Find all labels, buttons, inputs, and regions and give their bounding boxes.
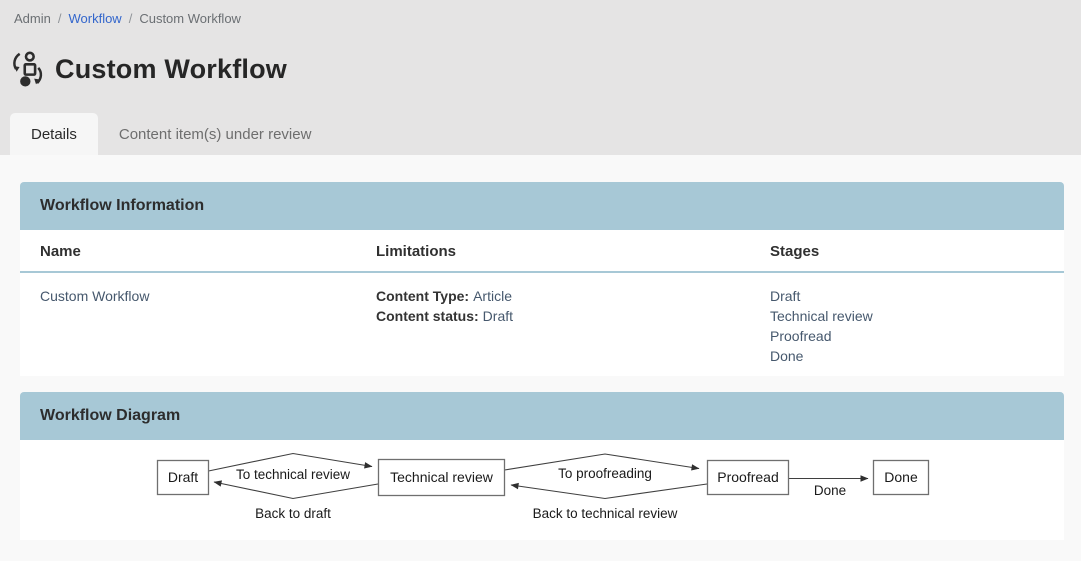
cell-limitations: Content Type:Article Content status:Draf… <box>376 286 770 366</box>
breadcrumb-item-workflow[interactable]: Workflow <box>68 11 121 26</box>
page-title-row: Custom Workflow <box>10 51 1081 87</box>
transition-label-back-to-draft: Back to draft <box>255 506 331 521</box>
limitation-content-type: Content Type:Article <box>376 286 770 306</box>
table-header-row: Name Limitations Stages <box>20 230 1064 273</box>
workflow-diagram-header: Workflow Diagram <box>20 392 1064 440</box>
workflow-diagram-body: To technical review Back to draft To pro… <box>20 440 1064 540</box>
limitation-value: Article <box>473 288 512 304</box>
section-title: Workflow Diagram <box>40 407 180 425</box>
svg-text:Technical review: Technical review <box>390 469 494 485</box>
stage-item: Done <box>770 346 1064 366</box>
limitation-label: Content Type: <box>376 288 469 304</box>
limitation-content-status: Content status:Draft <box>376 306 770 326</box>
transition-label-back-to-technical-review: Back to technical review <box>533 506 678 521</box>
workflow-diagram: To technical review Back to draft To pro… <box>20 440 1064 540</box>
svg-text:Proofread: Proofread <box>717 469 778 485</box>
node-done: Done <box>874 461 929 495</box>
column-header-name: Name <box>40 243 376 260</box>
workflow-icon <box>10 51 44 87</box>
transition-label-to-proofreading: To proofreading <box>558 466 652 481</box>
page-title: Custom Workflow <box>55 54 287 85</box>
edge-back-to-technical-review <box>511 484 707 499</box>
table-row: Custom Workflow Content Type:Article Con… <box>20 273 1064 376</box>
main-content: Workflow Information Name Limitations St… <box>0 155 1081 540</box>
workflow-information-panel: Workflow Information Name Limitations St… <box>20 182 1064 376</box>
limitation-value: Draft <box>483 308 513 324</box>
breadcrumb-separator: / <box>129 11 133 26</box>
node-technical-review: Technical review <box>379 460 505 496</box>
node-proofread: Proofread <box>708 461 789 495</box>
tab-bar: Details Content item(s) under review <box>10 113 332 155</box>
node-draft: Draft <box>158 461 209 495</box>
cell-stages: Draft Technical review Proofread Done <box>770 286 1064 366</box>
cell-name: Custom Workflow <box>40 286 376 366</box>
stage-item: Technical review <box>770 306 1064 326</box>
breadcrumb-item-admin[interactable]: Admin <box>14 11 51 26</box>
transition-label-to-technical-review: To technical review <box>236 467 350 482</box>
transition-label-done: Done <box>814 483 846 498</box>
workflow-information-body: Name Limitations Stages Custom Workflow … <box>20 230 1064 376</box>
breadcrumb-separator: / <box>58 11 62 26</box>
tab-content-items-under-review[interactable]: Content item(s) under review <box>98 113 333 155</box>
workflow-admin-page: Admin / Workflow / Custom Workflow Custo… <box>0 0 1081 561</box>
stage-item: Draft <box>770 286 1064 306</box>
page-header: Admin / Workflow / Custom Workflow Custo… <box>0 0 1081 155</box>
breadcrumb-item-current: Custom Workflow <box>139 11 241 26</box>
workflow-diagram-panel: Workflow Diagram To techn <box>20 392 1064 540</box>
tab-details[interactable]: Details <box>10 113 98 155</box>
stage-item: Proofread <box>770 326 1064 346</box>
column-header-stages: Stages <box>770 243 1064 260</box>
svg-text:Draft: Draft <box>168 469 198 485</box>
breadcrumb: Admin / Workflow / Custom Workflow <box>0 0 1081 26</box>
svg-text:Done: Done <box>884 469 918 485</box>
limitation-label: Content status: <box>376 308 479 324</box>
column-header-limitations: Limitations <box>376 243 770 260</box>
workflow-information-header: Workflow Information <box>20 182 1064 230</box>
section-title: Workflow Information <box>40 197 204 215</box>
edge-back-to-draft <box>214 482 378 499</box>
